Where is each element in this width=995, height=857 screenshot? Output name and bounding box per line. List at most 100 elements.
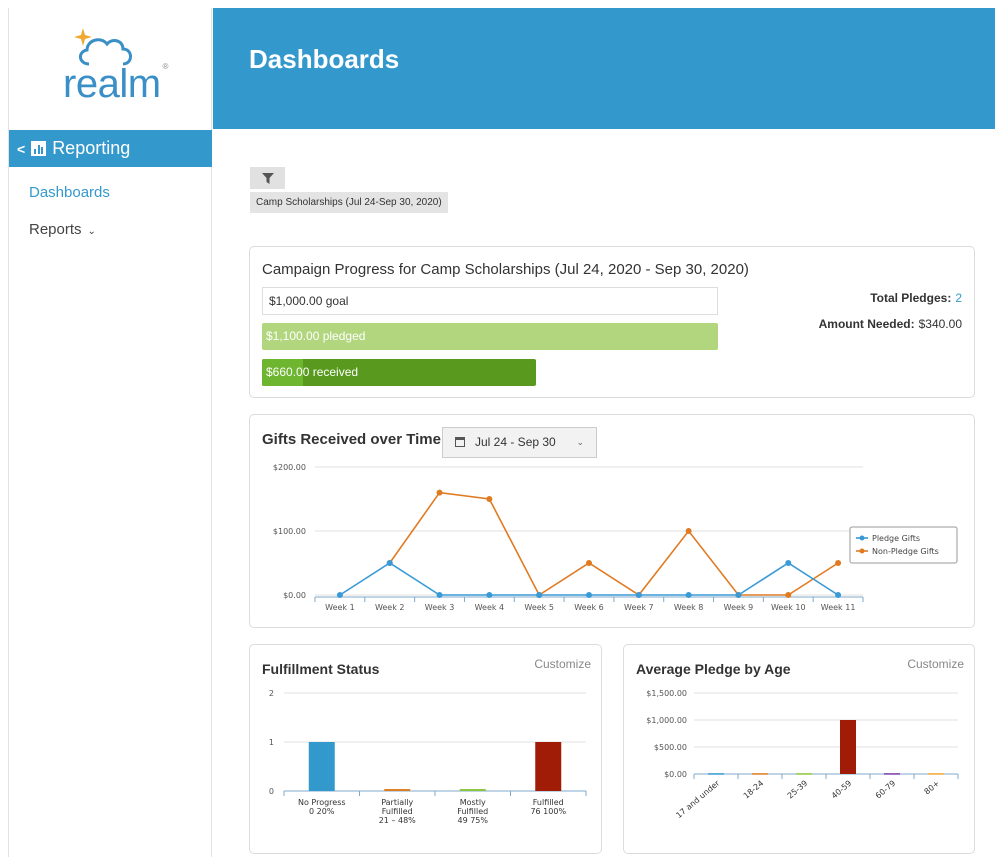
x-tick-label: 80+: [923, 779, 942, 797]
x-tick-label: Week 1: [325, 603, 355, 612]
sidebar-item-dashboards[interactable]: Dashboards: [29, 184, 110, 201]
sidebar-section-label: Reporting: [52, 138, 131, 158]
amount-needed-label: Amount Needed:: [818, 317, 915, 331]
logo-wordmark: realm ®: [63, 62, 168, 106]
date-range-value: Jul 24 - Sep 30: [475, 435, 556, 449]
bar: [708, 773, 724, 775]
x-tick-label: 18-24: [742, 779, 766, 801]
realm-logo[interactable]: realm ®: [49, 22, 179, 106]
sidebar: realm ® < Reporting Dashboards Reports ⌄: [8, 8, 212, 857]
legend-swatch-marker: [859, 548, 865, 554]
data-point: [486, 496, 493, 502]
x-tick-label: Week 8: [674, 603, 704, 612]
sidebar-section-reporting[interactable]: < Reporting: [9, 130, 212, 167]
x-tick-label: Fulfilled: [382, 807, 413, 816]
y-tick-label: 1: [269, 738, 274, 747]
data-point: [586, 592, 592, 598]
data-point: [536, 592, 543, 598]
total-pledges-stat: Total Pledges: 2: [870, 291, 962, 305]
x-tick-range-label: 49 75%: [457, 816, 488, 825]
sidebar-item-reports[interactable]: Reports ⌄: [29, 221, 96, 238]
filter-button[interactable]: [250, 167, 285, 189]
bar: [752, 773, 768, 775]
data-point: [685, 592, 692, 598]
data-point: [835, 560, 842, 566]
received-bar: $660.00 received: [262, 359, 536, 386]
x-tick-label: Week 10: [771, 603, 806, 612]
x-tick-label: Week 6: [574, 603, 604, 612]
data-point: [635, 592, 642, 598]
chevron-left-icon: <: [17, 140, 26, 157]
x-tick-label: Week 9: [724, 603, 754, 612]
data-point: [685, 528, 692, 534]
y-tick-label: $0.00: [283, 591, 306, 600]
data-point: [586, 560, 592, 566]
amount-needed-stat: Amount Needed: $340.00: [819, 317, 962, 331]
x-tick-label: Week 3: [425, 603, 455, 612]
age-chart-title: Average Pledge by Age: [636, 661, 791, 677]
y-tick-label: $0.00: [664, 770, 687, 779]
x-tick-range-label: 0 20%: [309, 807, 335, 816]
y-tick-label: $1,000.00: [646, 716, 687, 725]
legend-entry-label: Pledge Gifts: [872, 534, 920, 543]
data-point: [436, 592, 443, 598]
gifts-line-chart: $0.00 $100.00 $200.00 Week 1 Week 2 Week 3 Wee…: [273, 463, 958, 612]
calendar-icon: [455, 437, 465, 447]
date-range-picker[interactable]: Jul 24 - Sep 30 ⌄: [442, 427, 597, 458]
data-point: [785, 592, 792, 598]
gifts-chart-title: Gifts Received over Time: [262, 431, 441, 448]
bar: [840, 720, 856, 774]
y-tick-label: 2: [269, 689, 274, 698]
goal-bar: $1,000.00 goal: [262, 287, 718, 315]
app: realm ® < Reporting Dashboards Reports ⌄ D…: [0, 0, 995, 857]
x-tick-label: Week 5: [524, 603, 554, 612]
total-pledges-link[interactable]: 2: [955, 291, 962, 305]
page-title: Dashboards: [249, 44, 400, 74]
x-tick-label: Fulfilled: [457, 807, 488, 816]
sidebar-item-reports-label: Reports: [29, 221, 82, 238]
y-tick-label: $500.00: [654, 743, 687, 752]
x-tick-range-label: 76 100%: [530, 807, 566, 816]
average-pledge-by-age-card: Average Pledge by Age Customize $0.00 $50…: [623, 644, 975, 854]
data-point: [735, 592, 742, 598]
bar: [796, 773, 812, 775]
bar: [384, 789, 411, 791]
data-point: [835, 592, 842, 598]
legend-swatch-marker: [859, 535, 865, 541]
bar: [535, 742, 562, 791]
filter-icon: [261, 172, 274, 184]
fulfillment-bar-chart: 012No Progress0 20%PartiallyFulfilled21 …: [269, 689, 587, 825]
chevron-down-icon: ⌄: [87, 226, 96, 237]
x-tick-label: Week 7: [624, 603, 654, 612]
legend-entry-label: Non-Pledge Gifts: [872, 547, 939, 556]
campaign-progress-title: Campaign Progress for Camp Scholarships …: [262, 261, 749, 278]
series-line: [339, 562, 839, 596]
total-pledges-label: Total Pledges:: [870, 291, 952, 305]
series-line: [389, 491, 839, 597]
age-customize-link[interactable]: Customize: [907, 657, 964, 671]
active-filter-tag[interactable]: Camp Scholarships (Jul 24-Sep 30, 2020): [250, 192, 448, 213]
bar: [459, 789, 486, 791]
pledged-bar: $1,100.00 pledged: [262, 323, 718, 350]
bar: [928, 773, 944, 775]
x-tick-label: Mostly: [460, 798, 486, 807]
x-tick-label: 40-59: [830, 779, 854, 801]
fulfillment-status-card: Fulfillment Status Customize 0 1 2 No Progr…: [249, 644, 602, 854]
age-bar-chart: $0.00 $500.00 $1,000.00 $1,500.00 17 and und…: [646, 689, 959, 820]
data-point: [436, 489, 443, 496]
chevron-down-icon: ⌄: [576, 437, 584, 447]
x-tick-label: 17 and under: [674, 778, 722, 820]
data-point: [785, 560, 792, 566]
y-tick-label: $1,500.00: [646, 689, 687, 698]
data-point: [386, 560, 393, 566]
x-tick-label: 60-79: [874, 779, 898, 801]
y-tick-label: $200.00: [273, 463, 306, 472]
fulfillment-customize-link[interactable]: Customize: [534, 657, 591, 671]
bar: [884, 773, 900, 775]
x-tick-label: Week 2: [375, 603, 405, 612]
x-tick-label: 25-39: [786, 779, 810, 801]
x-tick-range-label: 21 – 48%: [379, 816, 416, 825]
amount-needed-value: $340.00: [918, 317, 962, 331]
fulfillment-title: Fulfillment Status: [262, 661, 380, 677]
y-tick-label: 0: [269, 787, 274, 796]
